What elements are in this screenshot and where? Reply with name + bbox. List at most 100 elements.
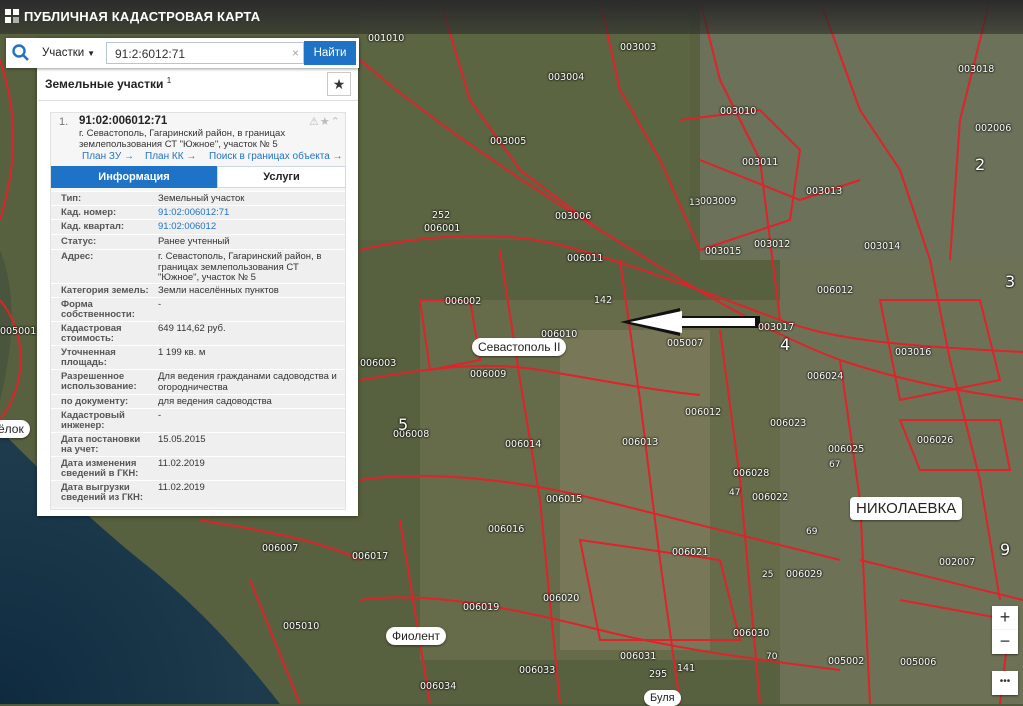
parcel-number-label: 006019 <box>463 602 500 613</box>
top-bar: ПУБЛИЧНАЯ КАДАСТРОВАЯ КАРТА <box>0 0 1023 34</box>
info-key: Уточненная площадь: <box>61 347 116 368</box>
info-row: Уточненная площадь: 1 199 кв. м <box>51 345 345 370</box>
parcel-number-label: 005007 <box>667 338 704 349</box>
warning-icon[interactable]: ⚠ <box>309 116 320 128</box>
parcel-number-label: 006031 <box>620 651 657 662</box>
parcel-number-label: 003017 <box>758 322 795 333</box>
info-row: Кад. квартал: 91:02:006012 <box>51 219 345 235</box>
info-key: Дата выгрузки сведений из ГКН: <box>61 482 144 503</box>
parcel-number-label: 006022 <box>752 492 789 503</box>
parcel-number-label: 003003 <box>620 42 657 53</box>
parcel-number-label: 141 <box>677 663 696 674</box>
info-key: Кад. номер: <box>61 207 117 218</box>
result-address: г. Севастополь, Гагаринский район, в гра… <box>79 128 286 150</box>
parcel-number-label: 006034 <box>420 681 457 692</box>
parcel-number-label: 006026 <box>917 435 954 446</box>
search-toggle-button[interactable] <box>6 38 36 68</box>
parcel-number-label: 005006 <box>900 657 937 668</box>
parcel-number-label: 006024 <box>807 371 844 382</box>
parcel-number-label: 006020 <box>543 593 580 604</box>
info-key: по документу: <box>61 396 129 407</box>
parcel-number-label: 006029 <box>786 569 823 580</box>
parcel-number-label: 4 <box>780 335 791 354</box>
parcel-number-label: 003013 <box>806 186 843 197</box>
object-type-select[interactable]: Участки ▼ <box>42 43 102 63</box>
parcel-number-label: 005002 <box>828 656 865 667</box>
info-value: Земли населённых пунктов <box>158 285 279 296</box>
more-tools-button[interactable]: ••• <box>992 671 1018 695</box>
info-value: 649 114,62 руб. <box>158 323 226 334</box>
chevron-down-icon: ▼ <box>87 49 96 58</box>
parcel-number-label: 006021 <box>672 547 709 558</box>
tab-information[interactable]: Информация <box>51 166 217 188</box>
parcel-number-label: 006014 <box>505 439 542 450</box>
parcel-number-label: 142 <box>594 295 613 306</box>
parcel-number-label: 25 <box>762 570 774 580</box>
result-cadastral-number[interactable]: 91:02:006012:71 <box>79 115 167 127</box>
tab-services[interactable]: Услуги <box>217 166 346 188</box>
info-row: Категория земель: Земли населённых пункто… <box>51 283 345 298</box>
parcel-number-label: 13 <box>689 198 701 208</box>
favorites-button[interactable]: ★ <box>327 72 351 96</box>
parcel-number-label: 002006 <box>975 123 1012 134</box>
parcel-number-label: 006003 <box>360 358 397 369</box>
parcel-number-label: 2 <box>975 155 986 174</box>
info-row: Дата изменения сведений в ГКН: 11.02.2019 <box>51 456 345 481</box>
parcel-number-label: 003010 <box>720 106 757 117</box>
parcel-number-label: 9 <box>1000 540 1011 559</box>
parcel-number-label: 3 <box>1005 272 1016 291</box>
search-in-boundaries-link[interactable]: Поиск в границах объекта → <box>209 151 343 162</box>
plan-kk-link[interactable]: План КК → <box>145 151 196 162</box>
parcel-number-label: 006012 <box>685 407 722 418</box>
parcel-number-label: 003004 <box>548 72 585 83</box>
parcel-number-label: 006015 <box>546 494 583 505</box>
results-heading: Земельные участки 1 <box>45 76 171 91</box>
info-key: Статус: <box>61 236 97 247</box>
search-input[interactable]: 91:2:6012:71 <box>106 42 304 64</box>
info-value: для ведения садоводства <box>158 396 272 407</box>
info-value[interactable]: 91:02:006012:71 <box>158 207 338 219</box>
plan-zu-link[interactable]: План ЗУ → <box>82 151 134 162</box>
zoom-out-button[interactable]: − <box>992 630 1018 654</box>
info-key: Кадастровый инженер: <box>61 410 125 431</box>
find-button[interactable]: Найти <box>304 41 356 65</box>
info-row: Разрешенное использование: Для ведения гр… <box>51 369 345 395</box>
parcel-number-label: 006025 <box>828 444 865 455</box>
info-key: Форма собственности: <box>61 299 135 320</box>
parcel-number-label: 001010 <box>368 33 405 44</box>
parcel-number-label: 006013 <box>622 437 659 448</box>
info-value[interactable]: 91:02:006012 <box>158 221 338 233</box>
results-count: 1 <box>166 76 172 85</box>
parcel-number-label: 006007 <box>262 543 299 554</box>
parcel-number-label: 006011 <box>567 253 604 264</box>
parcel-number-label: 295 <box>649 669 668 680</box>
collapse-icon[interactable]: ⌃ <box>331 116 341 128</box>
results-heading-label: Земельные участки <box>45 77 164 91</box>
place-label-yolok: ёлок <box>0 420 30 438</box>
place-label-nikolaevka: НИКОЛАЕВКА <box>850 497 963 520</box>
parcel-number-label: 252 <box>432 210 451 221</box>
parcel-number-label: 006009 <box>470 369 507 380</box>
clear-search-icon[interactable]: × <box>292 46 299 60</box>
info-row: Кад. номер: 91:02:006012:71 <box>51 205 345 220</box>
info-value: - <box>158 410 162 421</box>
info-row: по документу: для ведения садоводства <box>51 394 345 409</box>
search-icon <box>12 44 29 61</box>
info-row: Тип: Земельный участок <box>51 191 345 206</box>
parcel-number-label: 003006 <box>555 211 592 222</box>
info-row: Дата постановки на учет: 15.05.2015 <box>51 432 345 457</box>
star-icon[interactable]: ★ <box>320 116 331 128</box>
info-value: Земельный участок <box>158 193 245 204</box>
parcel-number-label: 006028 <box>733 468 770 479</box>
info-value: Для ведения гражданами садоводства и ого… <box>158 371 337 393</box>
info-row: Кадастровая стоимость: 649 114,62 руб. <box>51 321 345 346</box>
parcel-number-label: 006016 <box>488 524 525 535</box>
parcel-number-label: 006033 <box>519 665 556 676</box>
info-key: Дата постановки на учет: <box>61 434 141 455</box>
app-logo-icon <box>5 9 19 23</box>
search-bar: Участки ▼ 91:2:6012:71 × Найти <box>6 38 359 68</box>
zoom-in-button[interactable]: + <box>992 606 1018 630</box>
info-value: г. Севастополь, Гагаринский район, в гра… <box>158 251 322 283</box>
parcel-number-label: 003015 <box>705 246 742 257</box>
app-title: ПУБЛИЧНАЯ КАДАСТРОВАЯ КАРТА <box>24 9 261 24</box>
